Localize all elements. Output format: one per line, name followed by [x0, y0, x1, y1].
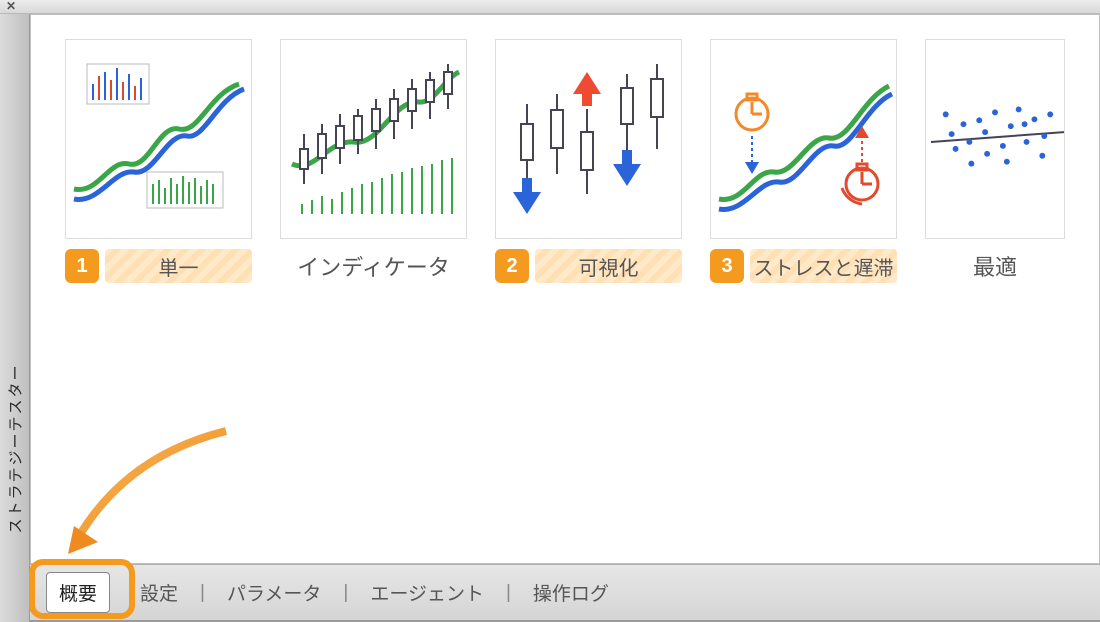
- bottom-tab-bar: 概要 設定 | パラメータ | エージェント | 操作ログ: [30, 564, 1100, 622]
- card-label: 可視化: [535, 249, 682, 283]
- card-thumb-visualize: [495, 39, 682, 239]
- chart-lines-icon: [69, 54, 249, 224]
- main-panel: 1 単一: [30, 14, 1100, 564]
- card-single[interactable]: 1 単一: [65, 39, 252, 283]
- card-badge: 2: [495, 249, 529, 283]
- card-thumb-single: [65, 39, 252, 239]
- lines-stopwatch-icon: [714, 54, 894, 224]
- tab-separator: |: [200, 582, 205, 604]
- side-panel-label: ストラテジーテスター: [4, 363, 25, 533]
- card-stress[interactable]: 3 ストレスと遅滞: [710, 39, 897, 283]
- card-thumb-optimize: [925, 39, 1065, 239]
- card-label: インディケータ: [280, 249, 467, 283]
- tab-separator: |: [506, 582, 511, 604]
- side-panel-tab[interactable]: ストラテジーテスター: [0, 14, 30, 622]
- close-icon[interactable]: ✕: [6, 0, 16, 13]
- tab-overview[interactable]: 概要: [46, 572, 110, 613]
- card-visualize[interactable]: 2 可視化: [495, 39, 682, 283]
- card-badge: 1: [65, 249, 99, 283]
- card-row: 1 単一: [31, 15, 1099, 307]
- card-badge: 3: [710, 249, 744, 283]
- card-label: 最適: [925, 249, 1065, 283]
- tab-settings[interactable]: 設定: [128, 573, 190, 612]
- title-bar: ✕: [0, 0, 1100, 14]
- tab-parameters[interactable]: パラメータ: [215, 573, 333, 612]
- tab-separator: |: [343, 582, 348, 604]
- tab-agents[interactable]: エージェント: [358, 573, 496, 612]
- card-optimize[interactable]: 最適: [925, 39, 1065, 283]
- scatter-icon: [926, 54, 1064, 224]
- card-indicator[interactable]: インディケータ: [280, 39, 467, 283]
- card-label: 単一: [105, 249, 252, 283]
- candlestick-icon: [284, 54, 464, 224]
- candles-arrows-icon: [499, 54, 679, 224]
- card-label: ストレスと遅滞: [750, 249, 897, 283]
- tab-log[interactable]: 操作ログ: [521, 573, 621, 612]
- card-thumb-stress: [710, 39, 897, 239]
- card-thumb-indicator: [280, 39, 467, 239]
